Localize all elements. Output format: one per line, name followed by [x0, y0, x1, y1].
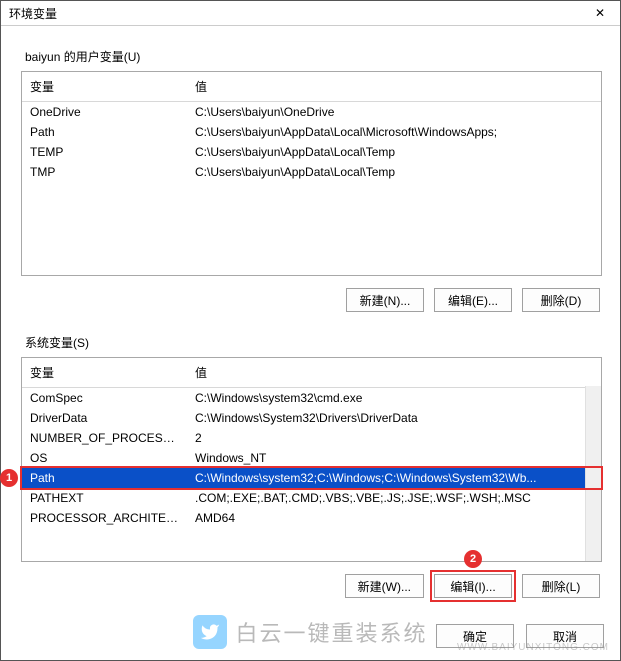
- close-icon: ✕: [595, 6, 605, 20]
- user-header-var[interactable]: 变量: [22, 72, 187, 101]
- user-edit-button[interactable]: 编辑(E)...: [434, 288, 512, 312]
- system-delete-button[interactable]: 删除(L): [522, 574, 600, 598]
- system-vars-body[interactable]: ComSpecC:\Windows\system32\cmd.exeDriver…: [22, 388, 601, 561]
- table-row[interactable]: OSWindows_NT: [22, 448, 601, 468]
- dialog-buttons: 确定 取消: [1, 618, 620, 660]
- cell-var: ComSpec: [22, 390, 187, 406]
- table-row[interactable]: TMPC:\Users\baiyun\AppData\Local\Temp: [22, 162, 601, 182]
- cell-var: NUMBER_OF_PROCESSORS: [22, 430, 187, 446]
- table-row[interactable]: OneDriveC:\Users\baiyun\OneDrive: [22, 102, 601, 122]
- system-vars-label: 系统变量(S): [25, 334, 602, 351]
- cell-var: OS: [22, 450, 187, 466]
- cell-val: 2: [187, 430, 601, 446]
- cell-var: Path: [22, 470, 187, 486]
- system-header-var[interactable]: 变量: [22, 358, 187, 387]
- table-row[interactable]: PATHEXT.COM;.EXE;.BAT;.CMD;.VBS;.VBE;.JS…: [22, 488, 601, 508]
- cell-var: DriverData: [22, 410, 187, 426]
- user-buttons: 新建(N)... 编辑(E)... 删除(D): [21, 288, 600, 312]
- user-vars-header: 变量 值: [22, 72, 601, 102]
- user-delete-button[interactable]: 删除(D): [522, 288, 600, 312]
- cell-val: C:\Windows\System32\Drivers\DriverData: [187, 410, 601, 426]
- table-row[interactable]: ComSpecC:\Windows\system32\cmd.exe: [22, 388, 601, 408]
- cell-val: C:\Users\baiyun\AppData\Local\Temp: [187, 144, 601, 160]
- cell-val: .COM;.EXE;.BAT;.CMD;.VBS;.VBE;.JS;.JSE;.…: [187, 490, 601, 506]
- cell-val: C:\Users\baiyun\AppData\Local\Microsoft\…: [187, 124, 601, 140]
- table-row[interactable]: PathC:\Windows\system32;C:\Windows;C:\Wi…: [22, 468, 601, 488]
- dialog-content: baiyun 的用户变量(U) 变量 值 OneDriveC:\Users\ba…: [1, 26, 620, 618]
- cell-var: TMP: [22, 164, 187, 180]
- system-header-val[interactable]: 值: [187, 358, 601, 387]
- system-buttons: 新建(W)... 编辑(I)... 删除(L): [21, 574, 600, 598]
- user-new-button[interactable]: 新建(N)...: [346, 288, 424, 312]
- cell-val: C:\Windows\system32;C:\Windows;C:\Window…: [187, 470, 601, 486]
- cell-var: OneDrive: [22, 104, 187, 120]
- table-row[interactable]: TEMPC:\Users\baiyun\AppData\Local\Temp: [22, 142, 601, 162]
- system-edit-button[interactable]: 编辑(I)...: [434, 574, 512, 598]
- cell-val: C:\Users\baiyun\OneDrive: [187, 104, 601, 120]
- cell-var: TEMP: [22, 144, 187, 160]
- ok-button[interactable]: 确定: [436, 624, 514, 648]
- window-title: 环境变量: [9, 5, 588, 22]
- system-scrollbar[interactable]: [585, 386, 601, 561]
- user-vars-label: baiyun 的用户变量(U): [25, 48, 602, 65]
- system-vars-header: 变量 值: [22, 358, 601, 388]
- cancel-button[interactable]: 取消: [526, 624, 604, 648]
- table-row[interactable]: PROCESSOR_ARCHITECT...AMD64: [22, 508, 601, 528]
- cell-var: Path: [22, 124, 187, 140]
- env-vars-dialog: 环境变量 ✕ baiyun 的用户变量(U) 变量 值 OneDriveC:\U…: [0, 0, 621, 661]
- user-header-val[interactable]: 值: [187, 72, 601, 101]
- table-row[interactable]: DriverDataC:\Windows\System32\Drivers\Dr…: [22, 408, 601, 428]
- cell-var: PATHEXT: [22, 490, 187, 506]
- cell-var: PROCESSOR_ARCHITECT...: [22, 510, 187, 526]
- user-vars-table[interactable]: 变量 值 OneDriveC:\Users\baiyun\OneDrivePat…: [21, 71, 602, 276]
- cell-val: AMD64: [187, 510, 601, 526]
- cell-val: Windows_NT: [187, 450, 601, 466]
- titlebar: 环境变量 ✕: [1, 1, 620, 26]
- cell-val: C:\Users\baiyun\AppData\Local\Temp: [187, 164, 601, 180]
- system-new-button[interactable]: 新建(W)...: [345, 574, 424, 598]
- table-row[interactable]: PathC:\Users\baiyun\AppData\Local\Micros…: [22, 122, 601, 142]
- system-vars-table[interactable]: 变量 值 ComSpecC:\Windows\system32\cmd.exeD…: [21, 357, 602, 562]
- user-vars-body[interactable]: OneDriveC:\Users\baiyun\OneDrivePathC:\U…: [22, 102, 601, 275]
- cell-val: C:\Windows\system32\cmd.exe: [187, 390, 601, 406]
- table-row[interactable]: NUMBER_OF_PROCESSORS2: [22, 428, 601, 448]
- close-button[interactable]: ✕: [588, 1, 612, 25]
